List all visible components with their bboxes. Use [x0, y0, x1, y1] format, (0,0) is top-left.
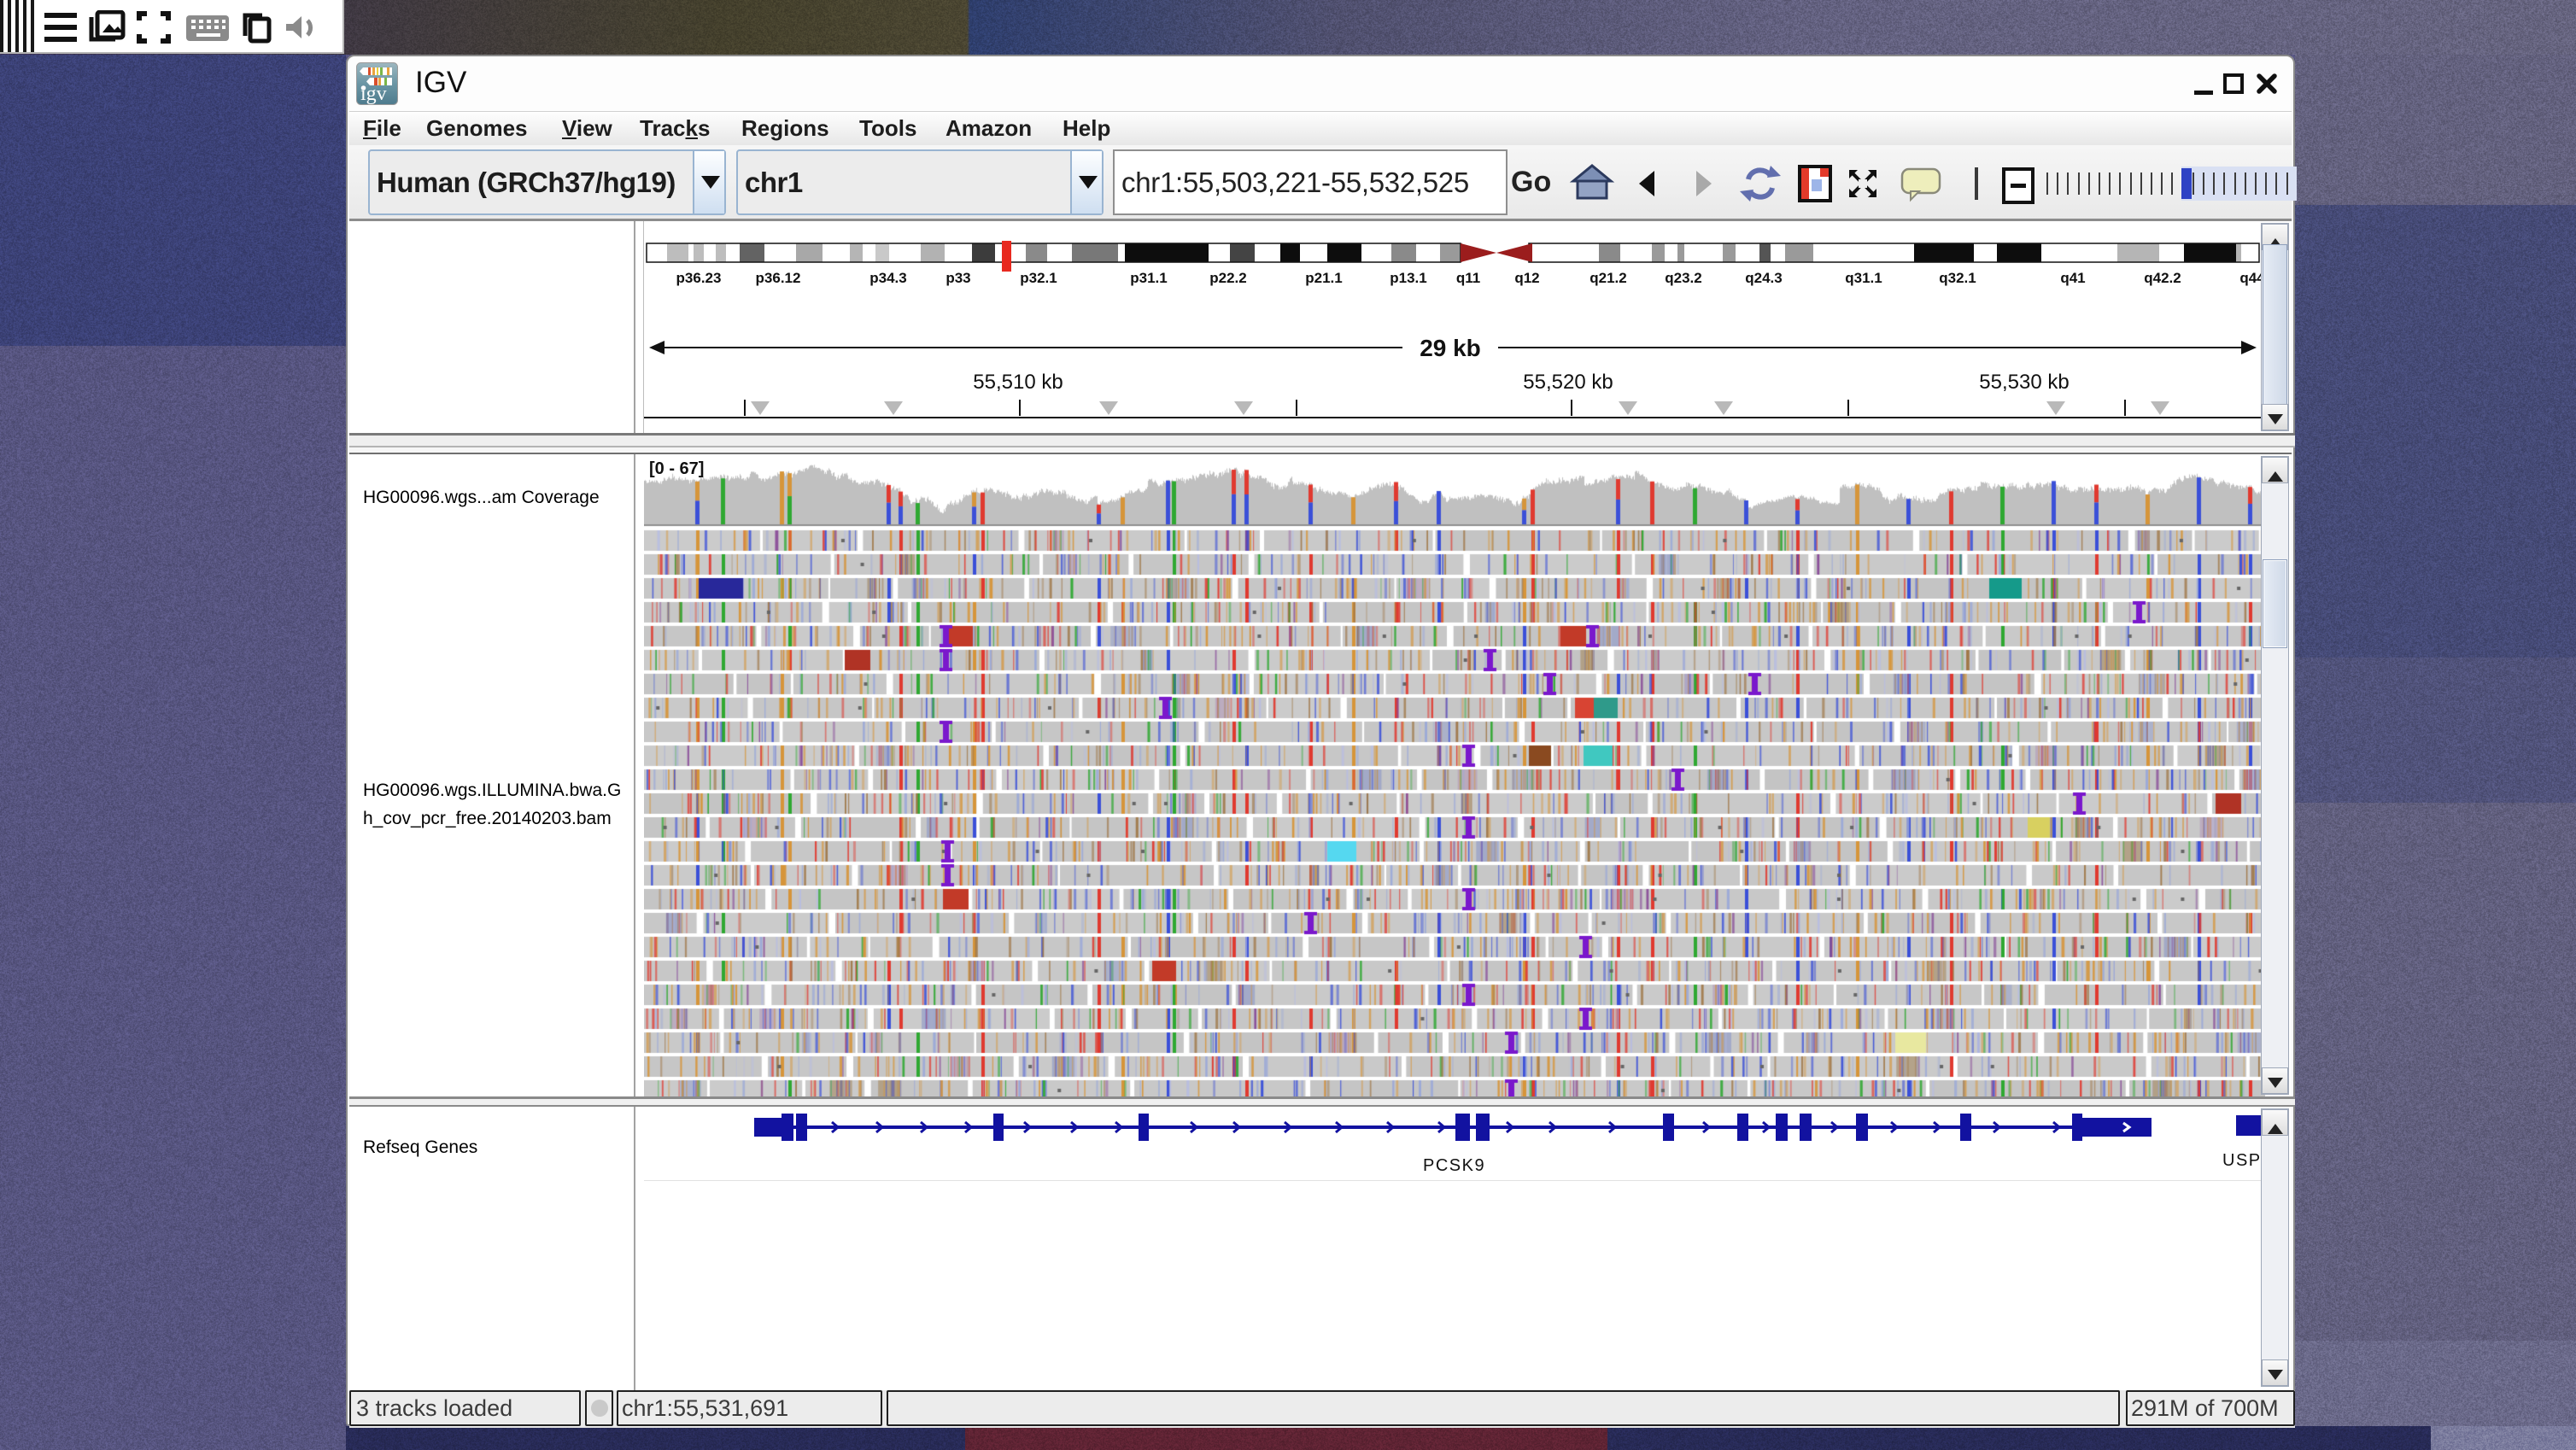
svg-text:p33: p33 — [946, 270, 970, 286]
svg-text:q23.2: q23.2 — [1665, 270, 1701, 286]
svg-text:p31.1: p31.1 — [1130, 270, 1167, 286]
svg-text:p32.1: p32.1 — [1020, 270, 1057, 286]
svg-text:q11: q11 — [1456, 270, 1480, 286]
svg-text:q31.1: q31.1 — [1845, 270, 1882, 286]
svg-text:q41: q41 — [2060, 270, 2085, 286]
svg-text:29 kb: 29 kb — [1420, 335, 1481, 361]
svg-text:q42.2: q42.2 — [2144, 270, 2181, 286]
svg-text:55,520 kb: 55,520 kb — [1523, 371, 1613, 394]
svg-text:p36.23: p36.23 — [676, 270, 722, 286]
svg-text:p22.2: p22.2 — [1209, 270, 1246, 286]
svg-text:p34.3: p34.3 — [869, 270, 906, 286]
svg-text:q32.1: q32.1 — [1939, 270, 1976, 286]
svg-text:q21.2: q21.2 — [1590, 270, 1626, 286]
svg-text:q24.3: q24.3 — [1745, 270, 1782, 286]
svg-text:p36.12: p36.12 — [756, 270, 801, 286]
svg-text:55,510 kb: 55,510 kb — [973, 371, 1063, 394]
svg-text:q12: q12 — [1514, 270, 1539, 286]
svg-text:p21.1: p21.1 — [1305, 270, 1342, 286]
svg-text:55,530 kb: 55,530 kb — [1979, 371, 2069, 394]
svg-text:p13.1: p13.1 — [1390, 270, 1426, 286]
